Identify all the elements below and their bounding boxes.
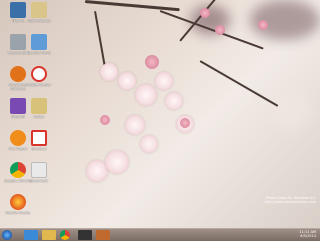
taskbar-chrome-button[interactable] xyxy=(60,230,70,240)
tree-branch xyxy=(199,60,279,107)
desktop-icon-label: Document xyxy=(29,179,49,183)
cherry-blossom xyxy=(125,115,145,135)
shortcut-icon xyxy=(31,130,47,146)
desktop-icon-control-panel[interactable]: Control Panel xyxy=(22,34,56,55)
taskbar-app-button[interactable] xyxy=(96,230,110,240)
control-panel-icon xyxy=(31,34,47,50)
desktop-icon-shortcut[interactable]: Shortcut xyxy=(22,130,56,151)
desktop-icon-label: Folder xyxy=(33,115,45,119)
system-clock[interactable]: 11:11 AM 6/5/2014 xyxy=(299,230,316,238)
taskbar: 11:11 AM 6/5/2014 xyxy=(0,228,320,241)
cherry-bud xyxy=(100,115,110,125)
cherry-blossom xyxy=(155,72,173,90)
cherry-bud xyxy=(180,118,190,128)
desktop-icon-label: Administrator xyxy=(27,19,51,23)
wallpaper-watermark: Photo Glass for Windows 8.1 http://www.g… xyxy=(264,196,316,204)
folder-icon xyxy=(31,98,47,114)
bokeh-shape xyxy=(270,90,310,130)
user-folder-icon xyxy=(31,2,47,18)
start-button[interactable] xyxy=(2,230,12,240)
taskbar-media-button[interactable] xyxy=(78,230,92,240)
cherry-blossom xyxy=(135,84,157,106)
firefox-icon xyxy=(10,194,26,210)
desktop-icon-adobe-reader[interactable]: Adobe Reader xyxy=(22,66,56,87)
watermark-line: http://www.glassdesktop.com xyxy=(264,200,316,204)
cherry-blossom xyxy=(100,63,118,81)
cherry-bud xyxy=(145,55,159,69)
cherry-blossom xyxy=(105,150,129,174)
desktop-background: This PC Administrator Recycle Bin Contro… xyxy=(0,0,320,228)
taskbar-explorer-button[interactable] xyxy=(42,230,56,240)
desktop-icon-folder[interactable]: Folder xyxy=(22,98,56,119)
cherry-blossom xyxy=(165,92,183,110)
document-icon xyxy=(31,162,47,178)
desktop-icon-label: Shortcut xyxy=(31,147,47,151)
desktop-icon-document[interactable]: Document xyxy=(22,162,56,183)
desktop-icon-administrator[interactable]: Administrator xyxy=(22,2,56,23)
cherry-bud xyxy=(258,20,268,30)
cherry-blossom xyxy=(118,72,136,90)
tree-branch xyxy=(84,0,180,12)
desktop-icon-label: Adobe Reader xyxy=(26,83,52,87)
taskbar-ie-button[interactable] xyxy=(24,230,38,240)
desktop-icon-label: Mozilla Firefox xyxy=(5,211,31,215)
desktop-icon-firefox[interactable]: Mozilla Firefox xyxy=(1,194,35,215)
cherry-bud xyxy=(215,25,225,35)
cherry-blossom xyxy=(140,135,158,153)
clock-date: 6/5/2014 xyxy=(300,234,316,238)
cherry-bud xyxy=(200,8,210,18)
pdf-icon xyxy=(31,66,47,82)
desktop-icon-label: Control Panel xyxy=(27,51,51,55)
